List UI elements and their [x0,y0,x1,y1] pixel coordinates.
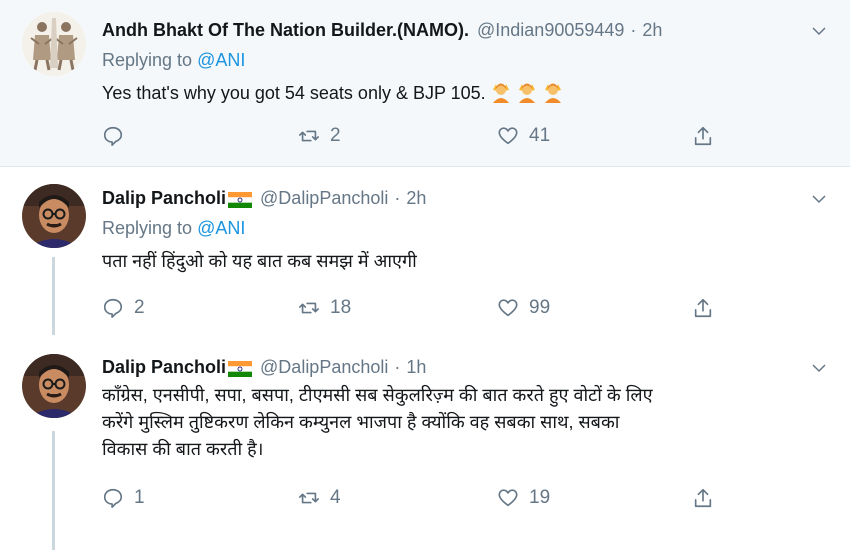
tweet-text-content: Yes that's why you got 54 seats only & B… [102,83,486,103]
share-button[interactable] [692,125,724,147]
person-with-raised-hands-emoji [490,81,512,103]
user-handle[interactable]: @DalipPancholi [260,188,388,209]
tweet-text: Yes that's why you got 54 seats only & B… [102,80,828,107]
tweet-text-line: कॉंग्रेस, एनसीपी, सपा, बसपा, टीएमसी सब स… [102,385,653,405]
like-count: 41 [529,125,551,146]
timestamp[interactable]: 2h [642,20,662,41]
retweet-icon [299,492,319,504]
retweet-count: 2 [330,125,341,146]
india-flag-icon [228,360,253,377]
heart-icon [498,489,518,507]
reply-button[interactable]: 2 [102,297,145,319]
tweet-header: Dalip Pancholi @DalipPancholi · 2h [102,188,828,209]
person-with-raised-hands-emoji [516,81,538,103]
reply-icon [103,488,123,508]
display-name[interactable]: Dalip Pancholi [102,357,226,378]
tweet-text: पता नहीं हिंदुओ को यह बात कब समझ में आएग… [102,248,828,275]
heart-icon [498,299,518,317]
retweet-icon [299,130,319,142]
tweet[interactable]: Dalip Pancholi @DalipPancholi · 2h Reply… [0,167,850,335]
chevron-down-icon[interactable] [810,359,828,377]
tweet-text-content: पता नहीं हिंदुओ को यह बात कब समझ में आएग… [102,251,417,271]
like-button[interactable]: 99 [497,297,550,319]
avatar[interactable] [22,12,86,76]
user-handle[interactable]: @DalipPancholi [260,357,388,378]
separator-dot: · [630,20,637,40]
tweet[interactable]: Andh Bhakt Of The Nation Builder.(NAMO).… [0,0,850,167]
avatar[interactable] [22,184,86,248]
tweet-text-line: करेंगे मुस्लिम तुष्टिकरण लेकिन कम्युनल भ… [102,412,620,432]
like-button[interactable]: 19 [497,487,550,509]
separator-dot: · [394,188,401,208]
reply-button[interactable]: 1 [102,487,145,509]
retweet-button[interactable]: 18 [298,297,351,319]
retweet-count: 4 [330,487,341,508]
replying-to: Replying to @ANI [102,218,828,239]
replying-to: Replying to @ANI [102,50,828,71]
avatar-image [22,12,86,76]
tweet[interactable]: Dalip Pancholi @DalipPancholi · 1h कॉंग्… [0,335,850,550]
reply-icon [103,298,123,318]
like-count: 19 [529,487,551,508]
tweet-actions: 2 41 [102,125,722,151]
avatar[interactable] [22,354,86,418]
separator-dot: · [394,357,401,377]
timestamp[interactable]: 2h [406,188,426,209]
reply-icon [103,126,123,146]
timestamp[interactable]: 1h [406,357,426,378]
share-button[interactable] [692,297,724,319]
tweet-header: Andh Bhakt Of The Nation Builder.(NAMO).… [102,20,828,41]
display-name[interactable]: Andh Bhakt Of The Nation Builder.(NAMO). [102,20,469,41]
person-with-raised-hands-emoji [542,81,564,103]
share-icon [694,298,712,318]
reply-count: 2 [134,297,145,318]
share-button[interactable] [692,487,724,509]
share-icon [694,488,712,508]
like-count: 99 [529,297,551,318]
reply-button[interactable] [102,125,134,147]
avatar-image [22,184,86,248]
avatar-image [22,354,86,418]
replying-to-label: Replying to [102,50,193,70]
heart-icon [498,127,518,145]
retweet-icon [299,302,319,314]
tweet-header: Dalip Pancholi @DalipPancholi · 1h [102,357,828,378]
thread-line [52,431,55,550]
like-button[interactable]: 41 [497,125,550,147]
tweet-text-line: विकास की बात करती है। [102,439,264,459]
tweet-actions: 2 18 99 [102,297,722,323]
retweet-button[interactable]: 2 [298,125,341,147]
mention-link[interactable]: @ANI [197,50,245,70]
mention-link[interactable]: @ANI [197,218,245,238]
retweet-count: 18 [330,297,352,318]
replying-to-label: Replying to [102,218,193,238]
thread-line [52,257,55,335]
tweet-text: कॉंग्रेस, एनसीपी, सपा, बसपा, टीएमसी सब स… [102,382,828,463]
india-flag-icon [228,191,253,208]
reply-count: 1 [134,487,145,508]
tweet-actions: 1 4 19 [102,487,722,513]
share-icon [694,126,712,146]
user-handle[interactable]: @Indian90059449 [477,20,624,41]
chevron-down-icon[interactable] [810,22,828,40]
chevron-down-icon[interactable] [810,190,828,208]
display-name[interactable]: Dalip Pancholi [102,188,226,209]
retweet-button[interactable]: 4 [298,487,341,509]
